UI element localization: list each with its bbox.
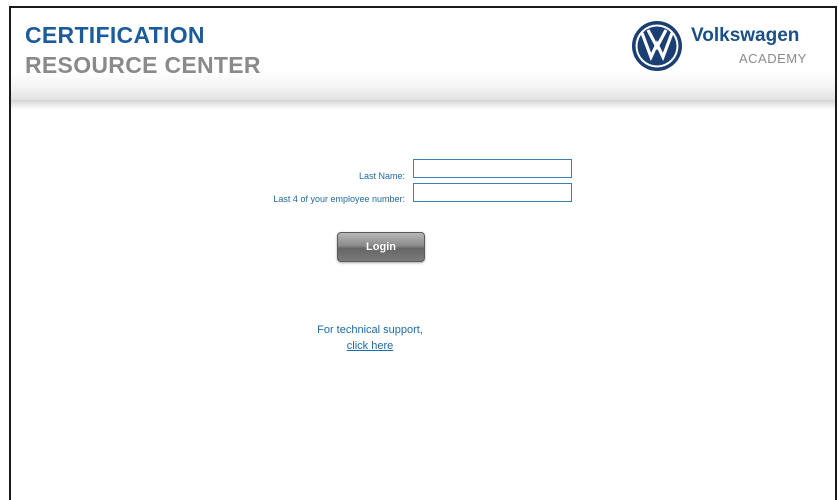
header: CERTIFICATION RESOURCE CENTER Volkswagen… xyxy=(11,8,835,100)
support-text: For technical support, xyxy=(317,324,423,336)
header-divider xyxy=(11,100,835,110)
site-title-line1: CERTIFICATION xyxy=(25,22,205,48)
page-frame: CERTIFICATION RESOURCE CENTER Volkswagen… xyxy=(9,6,837,500)
last-name-input[interactable] xyxy=(413,159,572,178)
brand-name: Volkswagen xyxy=(691,25,800,46)
support-link[interactable]: click here xyxy=(281,340,459,352)
vw-logo-icon xyxy=(632,21,682,71)
login-button[interactable]: Login xyxy=(337,232,425,262)
last-name-label: Last Name: xyxy=(358,171,405,181)
site-title-line2: RESOURCE CENTER xyxy=(25,52,261,78)
employee-number-label: Last 4 of your employee number: xyxy=(273,194,405,204)
employee-number-input[interactable] xyxy=(413,183,572,202)
brand-subtitle: ACADEMY xyxy=(739,51,807,66)
